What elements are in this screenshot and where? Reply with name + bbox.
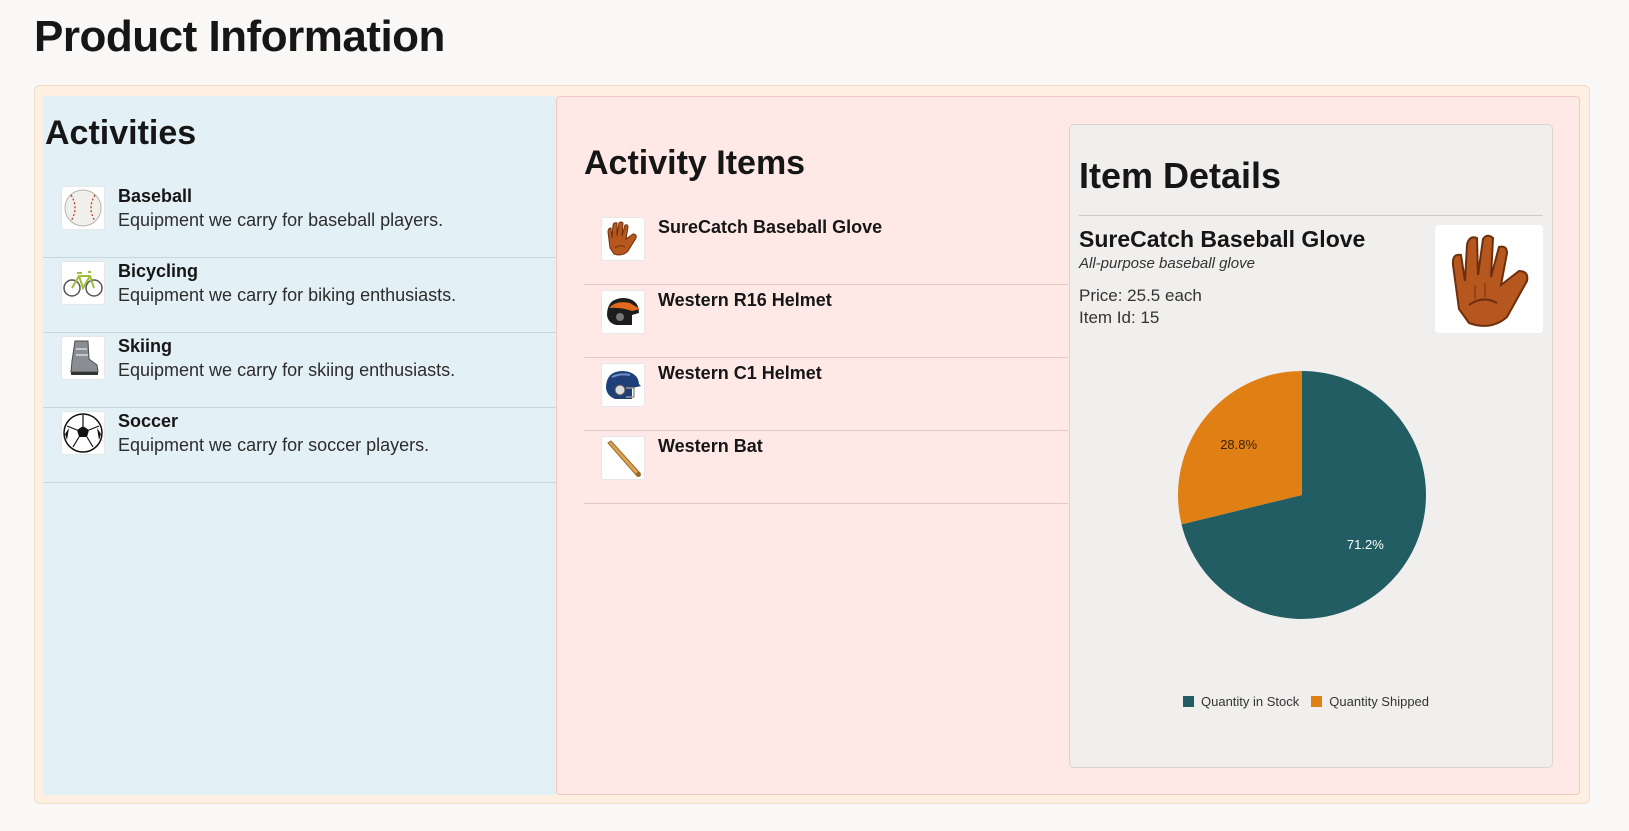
activities-list: Baseball Equipment we carry for baseball… bbox=[43, 183, 556, 483]
activity-item-row[interactable]: SureCatch Baseball Glove bbox=[584, 212, 1068, 285]
legend-item-shipped: Quantity Shipped bbox=[1311, 694, 1429, 709]
activity-items-list: SureCatch Baseball Glove Western R16 Hel… bbox=[584, 212, 1068, 504]
activity-item-skiing[interactable]: Skiing Equipment we carry for skiing ent… bbox=[43, 333, 556, 408]
item-name: Western C1 Helmet bbox=[658, 363, 822, 383]
legend-item-stock: Quantity in Stock bbox=[1183, 694, 1299, 709]
bicycle-icon bbox=[61, 261, 105, 305]
chart-legend: Quantity in Stock Quantity Shipped bbox=[1183, 694, 1429, 709]
quantity-pie-chart: 71.2% 28.8% bbox=[1178, 371, 1426, 619]
glove-icon bbox=[601, 217, 645, 261]
helmet-orange-icon bbox=[601, 290, 645, 334]
legend-swatch-stock bbox=[1183, 696, 1194, 707]
pie-label-stock: 71.2% bbox=[1347, 537, 1384, 552]
item-name: Western Bat bbox=[658, 436, 763, 456]
page-title: Product Information bbox=[34, 12, 445, 61]
ski-boot-icon bbox=[61, 336, 105, 380]
activity-item-baseball[interactable]: Baseball Equipment we carry for baseball… bbox=[43, 183, 556, 258]
item-details-panel: Item Details SureCatch Baseball Glove Al… bbox=[1069, 124, 1553, 768]
activities-heading: Activities bbox=[45, 114, 197, 152]
activity-description: Equipment we carry for soccer players. bbox=[118, 435, 430, 455]
helmet-blue-icon bbox=[601, 363, 645, 407]
activity-items-heading: Activity Items bbox=[584, 144, 806, 182]
soccer-ball-icon bbox=[61, 411, 105, 455]
bat-icon bbox=[601, 436, 645, 480]
activity-item-soccer[interactable]: Soccer Equipment we carry for soccer pla… bbox=[43, 408, 556, 483]
baseball-icon bbox=[61, 186, 105, 230]
activity-name: Baseball bbox=[118, 186, 193, 206]
legend-label-shipped: Quantity Shipped bbox=[1329, 694, 1430, 709]
activity-description: Equipment we carry for biking enthusiast… bbox=[118, 285, 457, 305]
item-name: Western R16 Helmet bbox=[658, 290, 832, 310]
legend-swatch-shipped bbox=[1311, 696, 1323, 707]
activity-description: Equipment we carry for skiing enthusiast… bbox=[118, 360, 456, 380]
pie-label-shipped: 28.8% bbox=[1220, 437, 1257, 452]
legend-label-stock: Quantity in Stock bbox=[1201, 694, 1300, 709]
item-name: SureCatch Baseball Glove bbox=[658, 217, 883, 237]
activity-item-bicycling[interactable]: Bicycling Equipment we carry for biking … bbox=[43, 258, 556, 333]
activity-name: Skiing bbox=[118, 336, 173, 356]
activity-item-row[interactable]: Western R16 Helmet bbox=[584, 285, 1068, 358]
activity-name: Soccer bbox=[118, 411, 179, 431]
activity-item-row[interactable]: Western C1 Helmet bbox=[584, 358, 1068, 431]
activity-item-row[interactable]: Western Bat bbox=[584, 431, 1068, 504]
activity-name: Bicycling bbox=[118, 261, 199, 281]
activity-description: Equipment we carry for baseball players. bbox=[118, 210, 444, 230]
activities-panel: Activities Baseball Equipment we carry f… bbox=[43, 96, 556, 795]
